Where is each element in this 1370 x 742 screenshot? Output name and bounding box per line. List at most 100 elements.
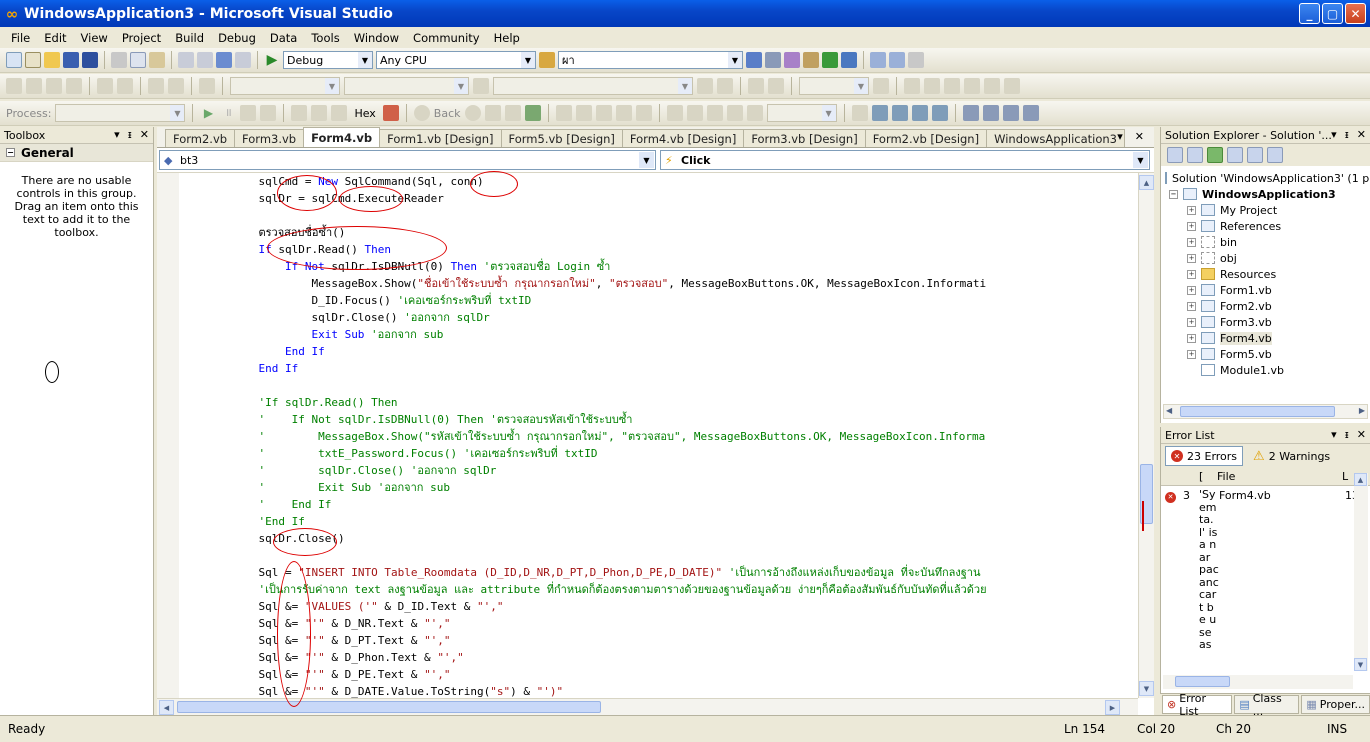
solution-config-combo[interactable]: Debug ▼ <box>283 51 373 69</box>
show-all-files-icon[interactable] <box>1187 147 1203 163</box>
align-icon[interactable] <box>908 52 924 68</box>
tree-item-module1[interactable]: Module1.vb <box>1165 362 1366 378</box>
scroll-right-icon[interactable]: ▶ <box>1105 700 1120 715</box>
tab-form3-vb[interactable]: Form3.vb <box>234 129 305 147</box>
tab-error-list[interactable]: ⊗ Error List <box>1162 692 1233 718</box>
tab-form3-design[interactable]: Form3.vb [Design] <box>743 129 866 147</box>
menu-project[interactable]: Project <box>115 31 168 45</box>
column-line[interactable]: L <box>1342 470 1348 483</box>
menu-debug[interactable]: Debug <box>211 31 263 45</box>
pin-icon[interactable]: ᵻ <box>128 128 132 141</box>
close-button[interactable]: ✕ <box>1345 3 1366 24</box>
close-icon[interactable]: ✕ <box>1357 128 1366 141</box>
chevron-down-icon[interactable]: ▾ <box>1331 428 1337 441</box>
redo-icon[interactable] <box>197 52 213 68</box>
start-debug-icon[interactable]: ▶ <box>264 52 280 68</box>
expand-icon[interactable]: + <box>1187 253 1196 263</box>
expand-icon[interactable]: + <box>1187 317 1196 327</box>
error-horizontal-scrollbar[interactable] <box>1163 675 1353 689</box>
tree-item-form1[interactable]: + Form1.vb <box>1165 282 1366 298</box>
navigate-icon[interactable] <box>216 52 232 68</box>
expand-icon[interactable]: + <box>1187 205 1196 215</box>
open-folder-icon[interactable] <box>44 52 60 68</box>
tree-item-form2[interactable]: + Form2.vb <box>1165 298 1366 314</box>
tree-item-bin[interactable]: + bin <box>1165 234 1366 250</box>
comment-icon[interactable] <box>1002 105 1019 121</box>
menu-view[interactable]: View <box>74 31 115 45</box>
menu-build[interactable]: Build <box>168 31 211 45</box>
tree-item-form5[interactable]: + Form5.vb <box>1165 346 1366 362</box>
expand-icon[interactable]: + <box>1187 301 1196 311</box>
tree-item-references[interactable]: + References <box>1165 218 1366 234</box>
view-designer-icon[interactable] <box>1247 147 1263 163</box>
properties-icon[interactable] <box>1167 147 1183 163</box>
expand-icon[interactable]: + <box>1187 269 1196 279</box>
tree-item-resources[interactable]: + Resources <box>1165 266 1366 282</box>
tool-icon[interactable] <box>871 105 888 121</box>
menu-data[interactable]: Data <box>263 31 304 45</box>
copy-icon[interactable] <box>130 52 146 68</box>
paste-icon[interactable] <box>149 52 165 68</box>
code-area[interactable]: sqlCmd = New SqlCommand(Sql, conn) sqlDr… <box>157 173 1138 698</box>
find-icon[interactable] <box>235 52 251 68</box>
scroll-thumb[interactable] <box>1175 676 1230 687</box>
save-icon[interactable] <box>63 52 79 68</box>
command-window-icon[interactable] <box>841 52 857 68</box>
object-browser-icon[interactable] <box>784 52 800 68</box>
layout-icon[interactable] <box>870 52 886 68</box>
chevron-down-icon[interactable]: ▾ <box>114 128 120 141</box>
tool-icon[interactable] <box>911 105 928 121</box>
indent-icon[interactable] <box>962 105 979 121</box>
expand-icon[interactable]: + <box>1187 237 1196 247</box>
save-all-icon[interactable] <box>82 52 98 68</box>
close-icon[interactable]: ✕ <box>1357 428 1366 441</box>
tool-icon[interactable] <box>891 105 908 121</box>
tab-list-icon[interactable]: ▾ <box>1117 130 1123 143</box>
tab-form4-vb[interactable]: Form4.vb <box>303 127 381 147</box>
expand-icon[interactable]: + <box>1187 333 1196 343</box>
tab-form2-vb[interactable]: Form2.vb <box>165 129 236 147</box>
tab-class-view[interactable]: ▤ Class ... <box>1234 692 1300 718</box>
maximize-button[interactable]: ▢ <box>1322 3 1343 24</box>
close-icon[interactable]: ✕ <box>140 128 149 141</box>
tab-windowsapplication3[interactable]: WindowsApplication3 <box>986 129 1125 147</box>
class-diagram-icon[interactable] <box>1267 147 1283 163</box>
pin-icon[interactable]: ᵻ <box>1345 128 1349 141</box>
code-vertical-scrollbar[interactable]: ▲ ▼ <box>1138 173 1154 698</box>
menu-community[interactable]: Community <box>406 31 487 45</box>
error-row[interactable]: ✕ 3 'Sy em ta. l' is a nar pac anc car t… <box>1161 486 1370 652</box>
pin-icon[interactable]: ᵻ <box>1345 428 1349 441</box>
scroll-up-icon[interactable]: ▲ <box>1354 473 1367 486</box>
scroll-right-icon[interactable]: ▶ <box>1359 406 1365 415</box>
tab-form1-design[interactable]: Form1.vb [Design] <box>379 129 502 147</box>
solution-horizontal-scrollbar[interactable]: ◀ ▶ <box>1163 404 1368 419</box>
tab-form2-design[interactable]: Form2.vb [Design] <box>864 129 988 147</box>
breakpoints-icon[interactable] <box>382 105 399 121</box>
menu-tools[interactable]: Tools <box>304 31 346 45</box>
tab-form4-design[interactable]: Form4.vb [Design] <box>621 129 745 147</box>
tree-item-form3[interactable]: + Form3.vb <box>1165 314 1366 330</box>
scroll-up-icon[interactable]: ▲ <box>1139 175 1154 190</box>
menu-file[interactable]: File <box>4 31 37 45</box>
platform-combo[interactable]: Any CPU ▼ <box>376 51 536 69</box>
scroll-thumb[interactable] <box>177 701 601 713</box>
start-page-icon[interactable] <box>822 52 838 68</box>
event-combo[interactable]: ⚡ Click ▼ <box>660 150 1150 170</box>
tree-item-project[interactable]: − WindowsApplication3 <box>1165 186 1366 202</box>
tool-icon[interactable] <box>931 105 948 121</box>
column-description[interactable]: [ <box>1199 470 1217 483</box>
add-item-icon[interactable] <box>25 52 41 68</box>
expand-icon[interactable]: + <box>1187 349 1196 359</box>
toolbox-group-general[interactable]: − General <box>0 144 153 162</box>
uncomment-icon[interactable] <box>1022 105 1039 121</box>
expand-icon[interactable]: + <box>1187 221 1196 231</box>
menu-edit[interactable]: Edit <box>37 31 73 45</box>
close-icon[interactable]: ✕ <box>1135 130 1144 143</box>
find-in-files-icon[interactable] <box>539 52 555 68</box>
cut-icon[interactable] <box>111 52 127 68</box>
outdent-icon[interactable] <box>982 105 999 121</box>
find-combo[interactable]: ผา ▼ <box>558 51 743 69</box>
scroll-left-icon[interactable]: ◀ <box>1166 406 1172 415</box>
menu-help[interactable]: Help <box>487 31 527 45</box>
tree-item-solution[interactable]: Solution 'WindowsApplication3' (1 pro <box>1165 170 1370 186</box>
